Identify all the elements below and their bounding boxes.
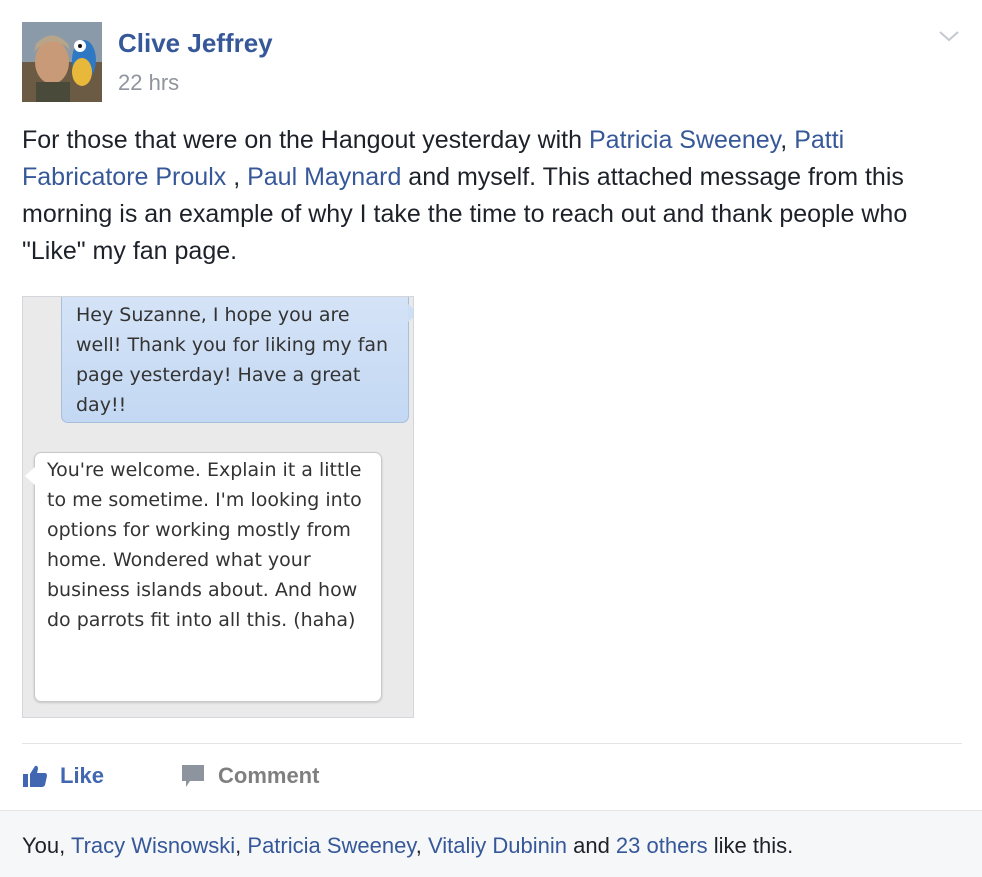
sent-message-bubble: Hey Suzanne, I hope you are well! Thank … (61, 297, 413, 423)
post-timestamp[interactable]: 22 hrs (118, 70, 179, 96)
post-text: For those that were on the Hangout yeste… (22, 122, 967, 270)
post-header: Clive Jeffrey 22 hrs (22, 22, 962, 102)
likes-you: You, (22, 833, 71, 858)
divider (22, 743, 962, 744)
post-text-separator: , (226, 163, 248, 191)
post-text-separator: , (780, 126, 795, 154)
thumbs-up-icon (23, 765, 47, 787)
sent-message-text: Hey Suzanne, I hope you are well! Thank … (76, 304, 389, 416)
chevron-down-icon[interactable] (936, 26, 962, 46)
liker-link[interactable]: Patricia Sweeney (247, 833, 415, 858)
attached-image[interactable]: Hey Suzanne, I hope you are well! Thank … (22, 296, 414, 718)
likes-and: and (566, 833, 616, 858)
comment-label: Comment (218, 763, 320, 788)
author-name[interactable]: Clive Jeffrey (118, 28, 273, 59)
likes-separator: , (415, 833, 428, 858)
likes-suffix: like this. (707, 833, 794, 858)
mention-link[interactable]: Patricia Sweeney (589, 126, 780, 154)
avatar[interactable] (22, 22, 102, 102)
liker-link[interactable]: Vitaliy Dubinin (428, 833, 567, 858)
likes-separator: , (235, 833, 248, 858)
like-button[interactable]: Like (22, 758, 104, 794)
received-message-bubble: You're welcome. Explain it a little to m… (25, 452, 382, 702)
mention-link[interactable]: Paul Maynard (247, 163, 401, 191)
comment-icon (182, 765, 204, 787)
liker-link[interactable]: Tracy Wisnowski (71, 833, 235, 858)
like-label: Like (60, 763, 105, 788)
post-text-part: For those that were on the Hangout yeste… (22, 126, 589, 154)
comment-button[interactable]: Comment (180, 758, 319, 794)
likes-summary: You, Tracy Wisnowski, Patricia Sweeney, … (0, 810, 982, 877)
action-bar: Like Comment (22, 758, 962, 794)
others-link[interactable]: 23 others (616, 833, 708, 858)
likes-text: You, Tracy Wisnowski, Patricia Sweeney, … (22, 833, 793, 859)
received-message-text: You're welcome. Explain it a little to m… (47, 459, 362, 631)
